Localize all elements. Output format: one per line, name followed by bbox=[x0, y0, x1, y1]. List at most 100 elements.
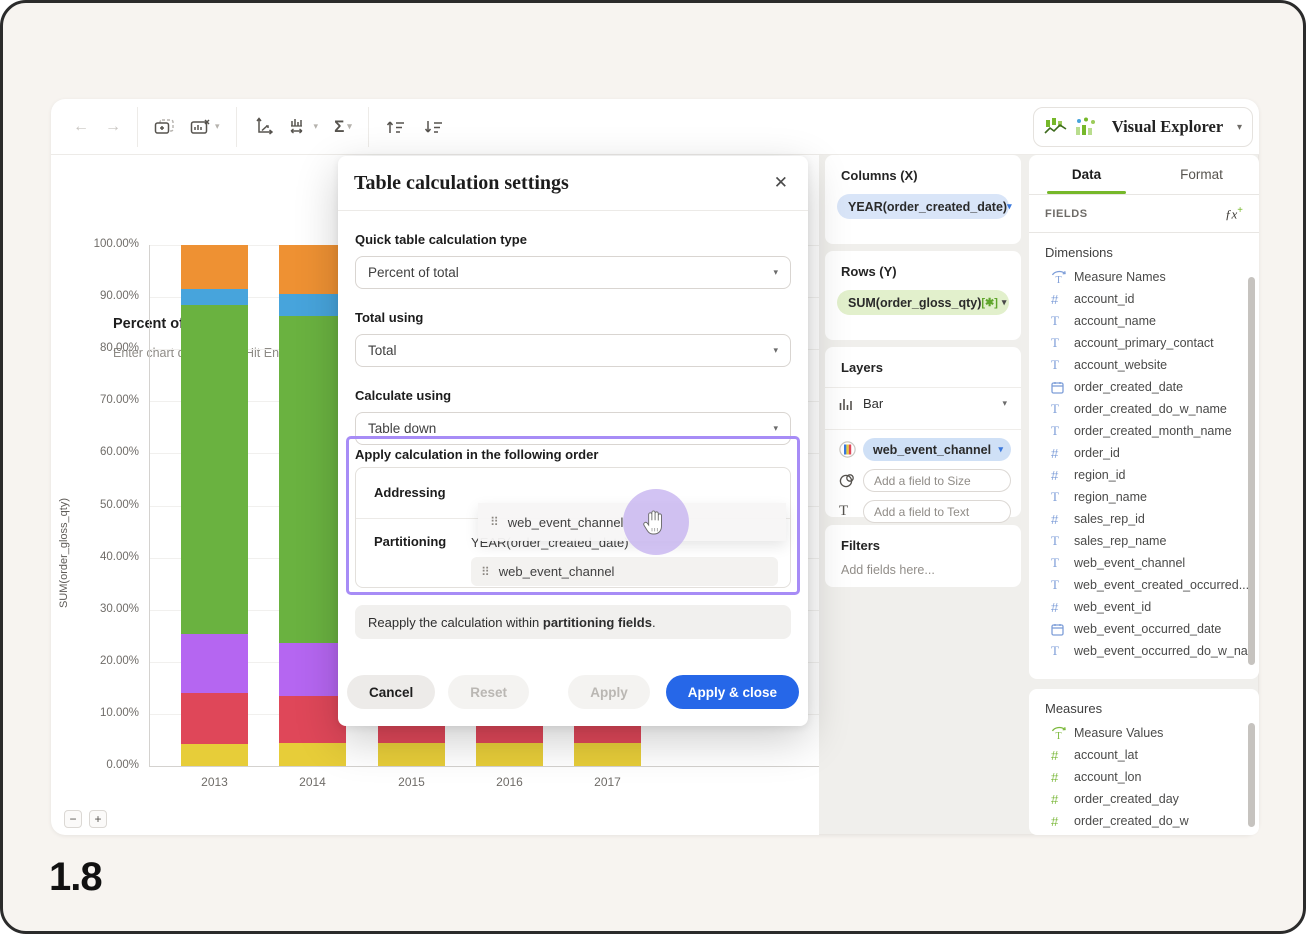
bar-segment-2015-segment_1_bottom[interactable] bbox=[378, 743, 445, 766]
measures-item-measure-values[interactable]: TMeasure Values bbox=[1029, 722, 1259, 744]
mark-type-label: Bar bbox=[863, 396, 1002, 411]
bar-segment-2013-segment_3[interactable] bbox=[181, 634, 248, 693]
close-icon[interactable]: ✕ bbox=[770, 169, 792, 197]
bar-segment-2014-segment_2[interactable] bbox=[279, 696, 346, 743]
measures-item-order_created_do_w[interactable]: #order_created_do_w bbox=[1029, 810, 1259, 832]
field-label: order_created_date bbox=[1074, 380, 1183, 394]
dimensions-item-region_id[interactable]: #region_id bbox=[1029, 464, 1259, 486]
field-label: web_event_id bbox=[1074, 600, 1151, 614]
bar-segment-2014-segment_3[interactable] bbox=[279, 643, 346, 696]
quick-calc-select[interactable]: Percent of total ▾ bbox=[355, 256, 791, 289]
info-text: Reapply the calculation within bbox=[368, 615, 543, 630]
sigma-aggregate-icon[interactable]: Σ ▾ bbox=[334, 118, 352, 135]
measures-item-order_created_day[interactable]: #order_created_day bbox=[1029, 788, 1259, 810]
dimensions-item-web_event_created_occurred-[interactable]: Tweb_event_created_occurred... bbox=[1029, 574, 1259, 596]
bar-segment-2013-segment_4[interactable] bbox=[181, 305, 248, 634]
caret-down-icon[interactable]: ▾ bbox=[998, 444, 1003, 455]
tab-format[interactable]: Format bbox=[1144, 155, 1259, 194]
color-encoding-icon bbox=[839, 441, 863, 458]
measures-item-account_lon[interactable]: #account_lon bbox=[1029, 766, 1259, 788]
scrollbar-thumb[interactable] bbox=[1248, 723, 1255, 827]
dimensions-item-order_id[interactable]: #order_id bbox=[1029, 442, 1259, 464]
dimensions-item-web_event_channel[interactable]: Tweb_event_channel bbox=[1029, 552, 1259, 574]
rows-shelf: Rows (Y) SUM(order_gloss_qty) [✱] ▾ bbox=[825, 251, 1021, 340]
bar-segment-2013-segment_1_bottom[interactable] bbox=[181, 744, 248, 766]
layers-title: Layers bbox=[825, 347, 1021, 377]
dimensions-item-region_name[interactable]: Tregion_name bbox=[1029, 486, 1259, 508]
y-tick-label: 10.00% bbox=[71, 707, 139, 719]
field-label: web_event_created_occurred... bbox=[1074, 578, 1249, 592]
x-tick-label: 2017 bbox=[568, 775, 648, 789]
table-calc-badge: [✱] bbox=[981, 296, 998, 309]
dimensions-item-account_primary_contact[interactable]: Taccount_primary_contact bbox=[1029, 332, 1259, 354]
dimensions-item-order_created_month_name[interactable]: Torder_created_month_name bbox=[1029, 420, 1259, 442]
measures-item-account_lat[interactable]: #account_lat bbox=[1029, 744, 1259, 766]
drag-handle-icon[interactable]: ⠿ bbox=[490, 516, 499, 528]
number-field-icon: # bbox=[1051, 292, 1074, 307]
calculate-using-select[interactable]: Table down ▾ bbox=[355, 412, 791, 445]
bar-segment-2017-segment_1_bottom[interactable] bbox=[574, 743, 641, 766]
bar-segment-2014-segment_6_top[interactable] bbox=[279, 245, 346, 294]
zoom-out-button[interactable]: − bbox=[64, 810, 82, 828]
dimensions-item-account_website[interactable]: Taccount_website bbox=[1029, 354, 1259, 376]
tab-data[interactable]: Data bbox=[1029, 155, 1144, 194]
dimensions-item-web_event_occurred_date[interactable]: web_event_occurred_date bbox=[1029, 618, 1259, 640]
bar-segment-2013-segment_6_top[interactable] bbox=[181, 245, 248, 289]
forward-arrow-icon[interactable]: → bbox=[105, 119, 121, 135]
dimensions-item-web_event_occurred_do_w_na-[interactable]: Tweb_event_occurred_do_w_na... bbox=[1029, 640, 1259, 662]
svg-text:T: T bbox=[1056, 731, 1062, 740]
date-field-icon bbox=[1051, 623, 1074, 636]
duplicate-chart-icon[interactable] bbox=[154, 118, 174, 136]
dimensions-item-sales_rep_name[interactable]: Tsales_rep_name bbox=[1029, 530, 1259, 552]
dimensions-item-measure-names[interactable]: TMeasure Names bbox=[1029, 266, 1259, 288]
mark-type-row[interactable]: Bar ▾ bbox=[825, 388, 1021, 419]
bar-segment-2016-segment_1_bottom[interactable] bbox=[476, 743, 543, 766]
partitioning-draggable-item[interactable]: ⠿ web_event_channel bbox=[471, 557, 778, 586]
bar-segment-2014-segment_5[interactable] bbox=[279, 294, 346, 316]
cancel-button[interactable]: Cancel bbox=[347, 675, 435, 709]
remove-chart-icon[interactable]: ▾ bbox=[190, 118, 220, 136]
sort-descending-icon[interactable] bbox=[423, 119, 445, 135]
back-arrow-icon[interactable]: ← bbox=[73, 119, 89, 135]
dimensions-item-account_id[interactable]: #account_id bbox=[1029, 288, 1259, 310]
add-calculated-field-icon[interactable]: ƒx+ bbox=[1225, 205, 1243, 222]
calculate-using-label: Calculate using bbox=[355, 388, 791, 403]
swap-axes-icon[interactable] bbox=[253, 117, 273, 137]
scrollbar-thumb[interactable] bbox=[1248, 277, 1255, 665]
visual-explorer-switcher[interactable]: Visual Explorer ▾ bbox=[1033, 107, 1253, 147]
filters-panel: Filters Add fields here... bbox=[825, 525, 1021, 587]
dimensions-item-sales_rep_id[interactable]: #sales_rep_id bbox=[1029, 508, 1259, 530]
columns-field-pill[interactable]: YEAR(order_created_date) ▾ bbox=[837, 194, 1009, 219]
rows-field-pill[interactable]: SUM(order_gloss_qty) [✱] ▾ bbox=[837, 290, 1009, 315]
bar-segment-2014-segment_1_bottom[interactable] bbox=[279, 743, 346, 766]
toolbar-divider bbox=[236, 107, 237, 147]
bar-size-icon[interactable]: ▾ bbox=[289, 117, 319, 137]
total-using-select[interactable]: Total ▾ bbox=[355, 334, 791, 367]
apply-button[interactable]: Apply bbox=[568, 675, 650, 709]
bar-segment-2014-segment_4[interactable] bbox=[279, 316, 346, 642]
sort-ascending-icon[interactable] bbox=[385, 119, 407, 135]
dimensions-item-order_created_date[interactable]: order_created_date bbox=[1029, 376, 1259, 398]
caret-down-icon[interactable]: ▾ bbox=[1002, 398, 1007, 409]
text-field-input[interactable]: Add a field to Text bbox=[863, 500, 1011, 523]
apply-close-button[interactable]: Apply & close bbox=[666, 675, 799, 709]
reset-button[interactable]: Reset bbox=[448, 675, 529, 709]
caret-down-icon[interactable]: ▾ bbox=[1007, 201, 1012, 212]
x-tick-label: 2014 bbox=[273, 775, 353, 789]
color-field-pill[interactable]: web_event_channel ▾ bbox=[863, 438, 1011, 461]
svg-text:T: T bbox=[1056, 275, 1062, 284]
bar-segment-2013-segment_2[interactable] bbox=[181, 693, 248, 744]
field-label: account_name bbox=[1074, 314, 1156, 328]
x-tick-label: 2015 bbox=[372, 775, 452, 789]
bar-segment-2013-segment_5[interactable] bbox=[181, 289, 248, 305]
quick-calc-value: Percent of total bbox=[368, 265, 459, 280]
dimensions-item-web_event_id[interactable]: #web_event_id bbox=[1029, 596, 1259, 618]
dimensions-item-account_name[interactable]: Taccount_name bbox=[1029, 310, 1259, 332]
caret-down-icon[interactable]: ▾ bbox=[1002, 297, 1007, 308]
drag-handle-icon[interactable]: ⠿ bbox=[481, 566, 490, 578]
filters-drop-placeholder[interactable]: Add fields here... bbox=[825, 553, 1021, 591]
filters-title: Filters bbox=[825, 525, 1021, 553]
size-field-input[interactable]: Add a field to Size bbox=[863, 469, 1011, 492]
dimensions-item-order_created_do_w_name[interactable]: Torder_created_do_w_name bbox=[1029, 398, 1259, 420]
zoom-in-button[interactable]: + bbox=[89, 810, 107, 828]
